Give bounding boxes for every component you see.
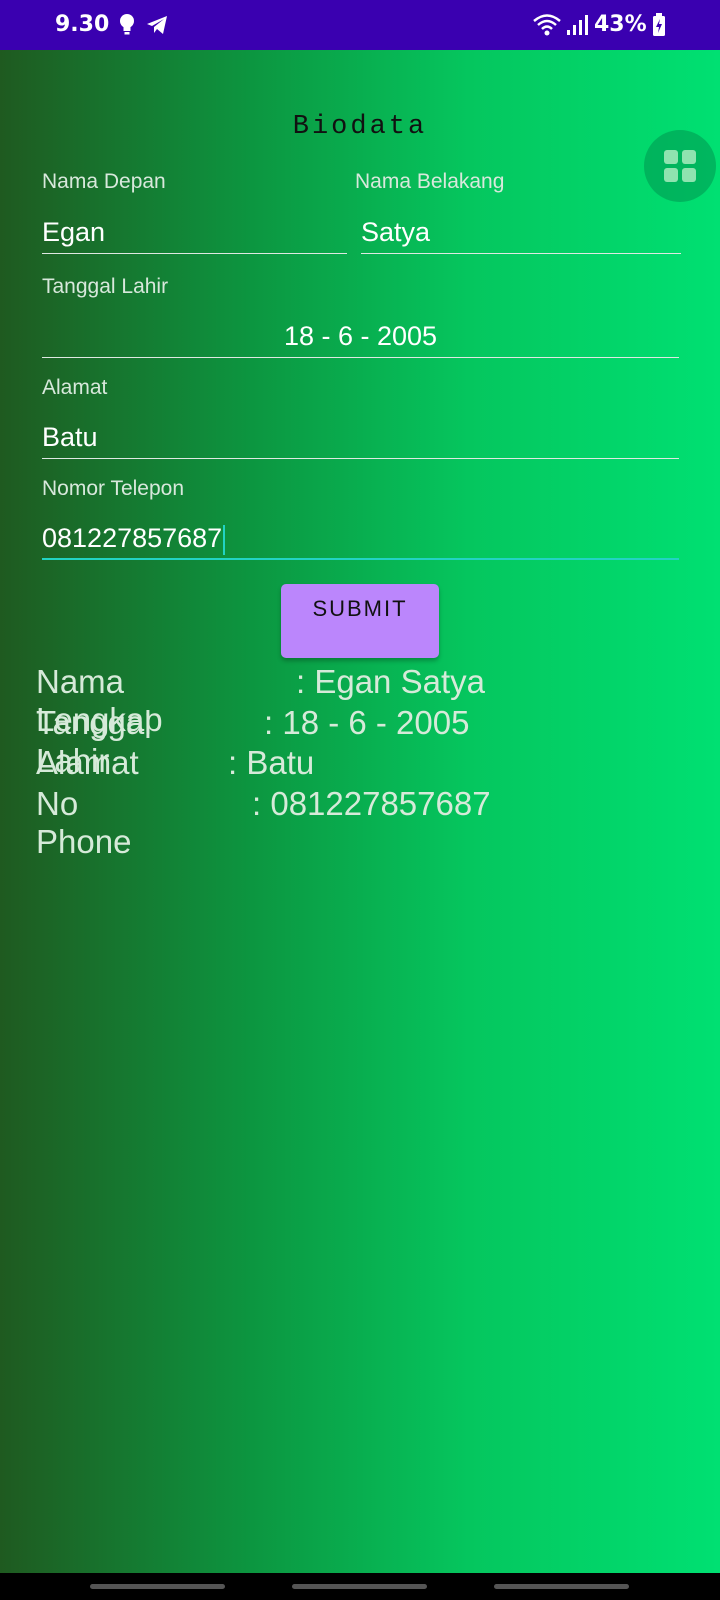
birth-date-label: Tanggal Lahir: [42, 275, 169, 298]
nav-recents-button[interactable]: [90, 1584, 225, 1589]
birth-date-field[interactable]: 18 - 6 - 2005: [42, 314, 679, 358]
page-title: Biodata: [292, 112, 428, 142]
wifi-icon: [533, 14, 561, 36]
output-label: Alamat: [36, 744, 139, 781]
output-value: : Batu: [228, 744, 315, 781]
battery-charging-icon: [653, 13, 665, 36]
birth-date-value: 18 - 6 - 2005: [283, 321, 438, 351]
battery-percentage: 43%: [594, 12, 647, 37]
navigation-bar: [0, 1573, 720, 1600]
first-name-label: Nama Depan: [42, 170, 166, 193]
text-cursor: [223, 524, 226, 555]
lightbulb-icon: [120, 14, 134, 35]
signal-icon: [567, 15, 588, 35]
submit-button[interactable]: SUBMIT: [281, 584, 439, 658]
grid-menu-button[interactable]: [644, 130, 716, 202]
last-name-value: Satya: [361, 217, 431, 247]
address-label: Alamat: [42, 376, 108, 399]
phone-field[interactable]: 081227857687: [42, 516, 679, 560]
phone-value: 081227857687: [42, 523, 223, 553]
status-bar: 9.30 43%: [0, 0, 720, 50]
last-name-label: Nama Belakang: [355, 170, 505, 193]
status-time: 9.30: [55, 12, 110, 37]
address-field[interactable]: Batu: [42, 415, 679, 459]
output-value: : Egan Satya: [296, 663, 485, 700]
grid-icon: [664, 150, 696, 182]
last-name-field[interactable]: Satya: [361, 210, 681, 254]
telegram-icon: [147, 16, 167, 34]
nav-back-button[interactable]: [494, 1584, 629, 1589]
address-value: Batu: [42, 422, 98, 452]
first-name-field[interactable]: Egan: [42, 210, 347, 254]
phone-label: Nomor Telepon: [42, 477, 185, 500]
output-value: : 081227857687: [252, 785, 491, 822]
first-name-value: Egan: [42, 217, 106, 247]
nav-home-button[interactable]: [292, 1584, 427, 1589]
output-label: No Phone: [36, 785, 132, 860]
app-screen: Biodata Nama Depan Nama Belakang Egan Sa…: [0, 50, 720, 1573]
output-value: : 18 - 6 - 2005: [264, 704, 470, 741]
